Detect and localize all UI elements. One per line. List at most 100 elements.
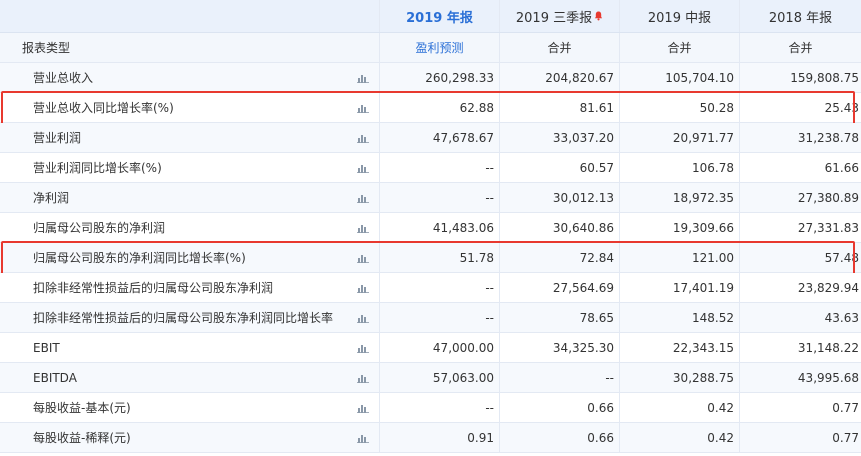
metric-value: 62.88 bbox=[459, 100, 494, 115]
metric-value: 30,288.75 bbox=[672, 370, 734, 385]
metric-value-cell: 57,063.00 bbox=[380, 363, 500, 392]
bar-chart-icon[interactable] bbox=[357, 163, 369, 173]
metric-value-cell: 57.48 bbox=[740, 243, 861, 272]
table-row: 每股收益-稀释(元) 0.91 0.66 0.42 0.77 bbox=[0, 423, 861, 453]
metric-value: 43,995.68 bbox=[797, 370, 859, 385]
metric-value: 0.66 bbox=[587, 430, 614, 445]
metric-value: 72.84 bbox=[579, 250, 614, 265]
metric-value: 27,331.83 bbox=[797, 220, 859, 235]
metric-label-cell: 扣除非经常性损益后的归属母公司股东净利润 bbox=[0, 273, 380, 302]
metric-value-cell: 50.28 bbox=[620, 93, 740, 122]
metric-value-cell: -- bbox=[500, 363, 620, 392]
metric-value: -- bbox=[485, 280, 494, 295]
report-type-cell: 合并 bbox=[620, 33, 740, 62]
table-row: 扣除非经常性损益后的归属母公司股东净利润同比增长率 -- 78.65 148.52 43… bbox=[0, 303, 861, 333]
metric-value-cell: 30,012.13 bbox=[500, 183, 620, 212]
report-type-value: 合并 bbox=[547, 41, 572, 55]
metric-value: 0.66 bbox=[587, 400, 614, 415]
metric-value: 47,678.67 bbox=[432, 130, 494, 145]
metric-value-cell: 43.63 bbox=[740, 303, 861, 332]
metric-value-cell: 159,808.75 bbox=[740, 63, 861, 92]
metric-value-cell: 47,000.00 bbox=[380, 333, 500, 362]
period-column-header[interactable]: 2019 中报 bbox=[620, 0, 740, 32]
metric-value-cell: 31,238.78 bbox=[740, 123, 861, 152]
metric-value-cell: 17,401.19 bbox=[620, 273, 740, 302]
bar-chart-icon[interactable] bbox=[357, 223, 369, 233]
metric-value: 30,012.13 bbox=[552, 190, 614, 205]
metric-label: 归属母公司股东的净利润 bbox=[33, 221, 166, 235]
metric-label-cell: EBITDA bbox=[0, 363, 380, 392]
metric-value-cell: 27,380.89 bbox=[740, 183, 861, 212]
metric-value: 20,971.77 bbox=[672, 130, 734, 145]
metric-value: 41,483.06 bbox=[432, 220, 494, 235]
period-tab-2019-annual[interactable]: 2019 年报 bbox=[406, 7, 473, 26]
metric-value: 19,309.66 bbox=[672, 220, 734, 235]
period-column-header[interactable]: 2019 三季报 bbox=[500, 0, 620, 32]
table-row: EBIT 47,000.00 34,325.30 22,343.15 31,148.22 bbox=[0, 333, 861, 363]
bar-chart-icon[interactable] bbox=[357, 373, 369, 383]
bar-chart-icon[interactable] bbox=[357, 313, 369, 323]
table-row: 归属母公司股东的净利润 41,483.06 30,640.86 19,309.66 27… bbox=[0, 213, 861, 243]
metric-value: 0.42 bbox=[707, 430, 734, 445]
metric-value: 51.78 bbox=[459, 250, 494, 265]
bar-chart-icon[interactable] bbox=[357, 433, 369, 443]
table-row: 营业利润 47,678.67 33,037.20 20,971.77 31,238.78 bbox=[0, 123, 861, 153]
metric-value-cell: 47,678.67 bbox=[380, 123, 500, 152]
metric-value: 17,401.19 bbox=[672, 280, 734, 295]
metric-value: 148.52 bbox=[692, 310, 734, 325]
bar-chart-icon[interactable] bbox=[357, 193, 369, 203]
period-tab-2019-q3[interactable]: 2019 三季报 bbox=[516, 7, 603, 26]
metric-value: 27,564.69 bbox=[552, 280, 614, 295]
table-row: 营业总收入同比增长率(%) 62.88 81.61 50.28 25.43 bbox=[0, 91, 861, 125]
bar-chart-icon[interactable] bbox=[357, 103, 369, 113]
metric-value-cell: 61.66 bbox=[740, 153, 861, 182]
bar-chart-icon[interactable] bbox=[357, 283, 369, 293]
metric-value-cell: 27,331.83 bbox=[740, 213, 861, 242]
metric-value-cell: 0.42 bbox=[620, 423, 740, 452]
metric-label-cell: 归属母公司股东的净利润 bbox=[0, 213, 380, 242]
metric-value: 60.57 bbox=[579, 160, 614, 175]
metric-value-cell: 41,483.06 bbox=[380, 213, 500, 242]
metric-value: 0.42 bbox=[707, 400, 734, 415]
metric-value: -- bbox=[485, 400, 494, 415]
period-tab-label: 2019 中报 bbox=[647, 10, 712, 26]
report-type-value: 盈利预测 bbox=[415, 41, 464, 55]
bar-chart-icon[interactable] bbox=[357, 343, 369, 353]
metric-value-cell: 27,564.69 bbox=[500, 273, 620, 302]
metric-value: -- bbox=[605, 370, 614, 385]
metric-label-cell: 营业总收入 bbox=[0, 63, 380, 92]
metric-label: 归属母公司股东的净利润同比增长率(%) bbox=[33, 251, 246, 265]
metric-value: 31,238.78 bbox=[797, 130, 859, 145]
period-column-header[interactable]: 2018 年报 bbox=[740, 0, 861, 32]
metric-value-cell: 31,148.22 bbox=[740, 333, 861, 362]
bar-chart-icon[interactable] bbox=[357, 133, 369, 143]
metric-value: 18,972.35 bbox=[672, 190, 734, 205]
table-row: 营业利润同比增长率(%) -- 60.57 106.78 61.66 bbox=[0, 153, 861, 183]
report-type-value: 合并 bbox=[788, 41, 813, 55]
report-type-cell: 合并 bbox=[500, 33, 620, 62]
metric-value-cell: 25.43 bbox=[740, 93, 861, 122]
metric-value-cell: 78.65 bbox=[500, 303, 620, 332]
report-type-cell: 盈利预测 bbox=[380, 33, 500, 62]
bar-chart-icon[interactable] bbox=[357, 73, 369, 83]
metric-value-cell: 72.84 bbox=[500, 243, 620, 272]
metric-label: 扣除非经常性损益后的归属母公司股东净利润同比增长率 bbox=[33, 311, 334, 325]
period-tab-2018-annual[interactable]: 2018 年报 bbox=[769, 7, 832, 26]
metric-label-cell: 营业利润同比增长率(%) bbox=[0, 153, 380, 182]
period-header-row: 2019 年报 2019 三季报 2019 中报 2018 年报 bbox=[0, 0, 861, 33]
metric-value: 105,704.10 bbox=[665, 70, 734, 85]
metric-label: 营业利润 bbox=[33, 131, 82, 145]
metric-label: 每股收益-基本(元) bbox=[33, 401, 131, 415]
metric-value: 23,829.94 bbox=[797, 280, 859, 295]
period-column-header[interactable]: 2019 年报 bbox=[380, 0, 500, 32]
metric-value-cell: 34,325.30 bbox=[500, 333, 620, 362]
metric-value: 57.48 bbox=[824, 250, 859, 265]
financial-summary-table: 2019 年报 2019 三季报 2019 中报 2018 年报 报表类型 盈利… bbox=[0, 0, 861, 453]
bar-chart-icon[interactable] bbox=[357, 403, 369, 413]
metric-value: 121.00 bbox=[692, 250, 734, 265]
metric-value-cell: 23,829.94 bbox=[740, 273, 861, 302]
period-tab-2019-interim[interactable]: 2019 中报 bbox=[648, 7, 711, 26]
metric-value: 78.65 bbox=[579, 310, 614, 325]
bar-chart-icon[interactable] bbox=[357, 253, 369, 263]
table-row: 每股收益-基本(元) -- 0.66 0.42 0.77 bbox=[0, 393, 861, 423]
